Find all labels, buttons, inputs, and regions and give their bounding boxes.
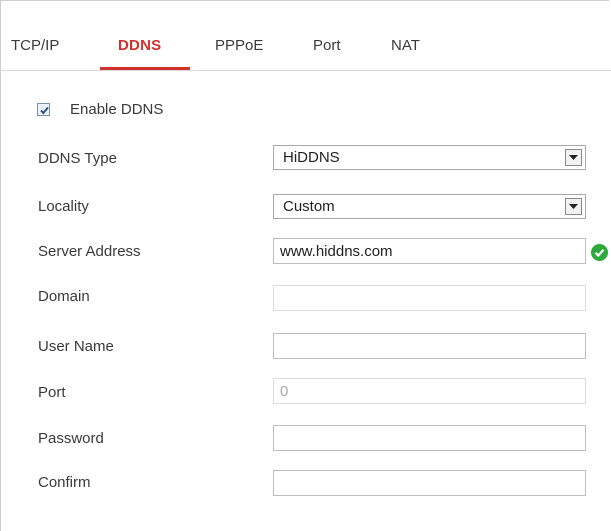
- tab-port[interactable]: Port: [313, 37, 341, 54]
- tab-ddns[interactable]: DDNS: [118, 37, 161, 54]
- tab-tcpip[interactable]: TCP/IP: [11, 37, 59, 54]
- ddns-type-label: DDNS Type: [38, 150, 117, 167]
- ddns-type-select[interactable]: HiDDNS: [273, 145, 586, 170]
- enable-ddns-checkbox[interactable]: [37, 103, 50, 116]
- server-address-input[interactable]: [273, 238, 586, 264]
- chevron-down-icon[interactable]: [565, 149, 582, 166]
- locality-select[interactable]: Custom: [273, 194, 586, 219]
- check-circle-icon: [591, 244, 608, 261]
- user-name-label: User Name: [38, 338, 114, 355]
- settings-frame: [0, 0, 609, 531]
- password-input[interactable]: [273, 425, 586, 451]
- tab-pppoe[interactable]: PPPoE: [215, 37, 263, 54]
- port-input[interactable]: [273, 378, 586, 404]
- user-name-input[interactable]: [273, 333, 586, 359]
- enable-ddns-label: Enable DDNS: [70, 101, 164, 118]
- locality-value: Custom: [283, 198, 335, 215]
- password-label: Password: [38, 430, 104, 447]
- server-address-label: Server Address: [38, 243, 141, 260]
- active-tab-indicator: [100, 67, 190, 70]
- ddns-type-value: HiDDNS: [283, 149, 340, 166]
- port-label: Port: [38, 384, 66, 401]
- chevron-down-icon[interactable]: [565, 198, 582, 215]
- confirm-password-input[interactable]: [273, 470, 586, 496]
- checkmark-icon: [40, 106, 49, 115]
- tab-bar: TCP/IP DDNS PPPoE Port NAT: [0, 0, 611, 71]
- tab-nat[interactable]: NAT: [391, 37, 420, 54]
- confirm-label: Confirm: [38, 474, 91, 491]
- locality-label: Locality: [38, 198, 89, 215]
- domain-label: Domain: [38, 288, 90, 305]
- domain-input[interactable]: [273, 285, 586, 311]
